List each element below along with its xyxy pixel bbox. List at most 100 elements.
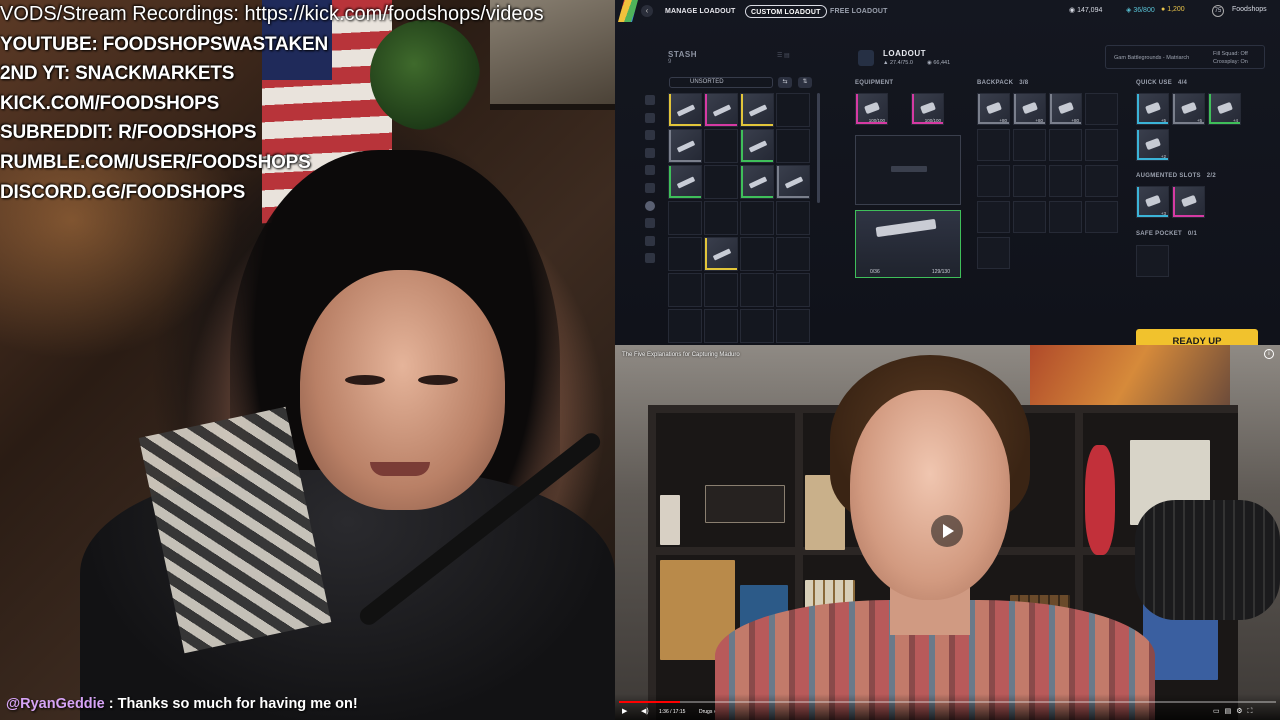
backpack-empty-slot[interactable] (977, 129, 1010, 161)
stash-empty-cell[interactable] (776, 237, 810, 271)
stash-empty-cell[interactable] (668, 273, 702, 307)
category-meds-icon[interactable] (645, 165, 655, 176)
fullscreen-icon[interactable]: ⛶ (1248, 708, 1258, 715)
stash-empty-cell[interactable] (704, 165, 738, 199)
streamer-mouth (370, 462, 430, 476)
backpack-empty-slot[interactable] (1049, 201, 1082, 233)
augmented-slot-1[interactable]: +3 (1136, 186, 1169, 218)
social-line-2nd-youtube: 2ND YT: SNACKMARKETS (0, 63, 235, 85)
stash-empty-cell[interactable] (740, 237, 774, 271)
category-ammo-icon[interactable] (645, 147, 655, 158)
stash-item[interactable] (740, 93, 774, 127)
backpack-item[interactable]: +80 (1049, 93, 1082, 125)
stash-empty-cell[interactable] (668, 237, 702, 271)
category-mods-icon[interactable] (645, 218, 655, 229)
category-selected-icon[interactable] (645, 200, 655, 211)
stash-empty-cell[interactable] (776, 273, 810, 307)
category-armor-icon[interactable] (645, 130, 655, 141)
equipment-slot-armor[interactable]: 100/100 (855, 93, 888, 125)
match-settings-box[interactable]: Gam Battlegrounds - Matriarch Fill Squad… (1105, 45, 1265, 69)
stash-empty-cell[interactable] (776, 129, 810, 163)
backpack-empty-slot[interactable] (977, 201, 1010, 233)
stash-item[interactable] (776, 165, 810, 199)
weapon-slot-primary[interactable] (855, 135, 961, 205)
backpack-empty-slot[interactable] (1085, 129, 1118, 161)
category-weapons-icon[interactable] (645, 112, 655, 123)
safe-pocket-label-text: SAFE POCKET (1136, 231, 1182, 237)
info-icon[interactable]: i (1264, 349, 1274, 359)
backpack-item[interactable]: +80 (1013, 93, 1046, 125)
backpack-empty-slot[interactable] (1013, 129, 1046, 161)
category-gadgets-icon[interactable] (645, 182, 655, 193)
stash-empty-cell[interactable] (776, 201, 810, 235)
tab-manage-loadout[interactable]: MANAGE LOADOUT (665, 5, 735, 18)
augmented-count: 2/2 (1206, 173, 1216, 179)
stash-empty-cell[interactable] (704, 201, 738, 235)
backpack-empty-slot[interactable] (1013, 201, 1046, 233)
quick-use-slot-3[interactable]: +4 (1208, 93, 1241, 125)
backpack-item[interactable]: +80 (977, 93, 1010, 125)
stash-empty-cell[interactable] (776, 93, 810, 127)
augmented-slot-2[interactable] (1172, 186, 1205, 218)
volume-icon[interactable]: ◀) (641, 707, 649, 715)
backpack-empty-slot[interactable] (1085, 165, 1118, 197)
backpack-empty-slot[interactable] (977, 237, 1010, 269)
safe-pocket-slot[interactable] (1136, 245, 1169, 277)
stash-item[interactable] (668, 165, 702, 199)
backpack-empty-slot[interactable] (1085, 201, 1118, 233)
sort-swap-icon[interactable]: ⇆ (778, 77, 792, 88)
tab-free-loadout[interactable]: FREE LOADOUT (830, 5, 888, 18)
stash-empty-cell[interactable] (776, 309, 810, 343)
stash-empty-cell[interactable] (740, 273, 774, 307)
tab-custom-loadout[interactable]: CUSTOM LOADOUT (745, 5, 827, 18)
category-all-icon[interactable] (645, 95, 655, 105)
stash-item[interactable] (740, 165, 774, 199)
stash-item[interactable] (740, 129, 774, 163)
player-name[interactable]: Foodshops (1232, 6, 1267, 13)
stash-empty-cell[interactable] (740, 309, 774, 343)
play-button-icon[interactable]: ▶ (622, 707, 627, 715)
play-icon[interactable] (931, 515, 963, 547)
subtitles-icon[interactable]: ▤ (1225, 708, 1237, 715)
stash-item[interactable] (668, 129, 702, 163)
social-links-overlay: VODS/Stream Recordings: https://kick.com… (0, 0, 544, 207)
stash-empty-cell[interactable] (740, 201, 774, 235)
sort-order-icon[interactable]: ⇅ (798, 77, 812, 88)
back-arrow-icon[interactable]: ‹ (641, 5, 653, 17)
backpack-empty-slot[interactable] (1049, 165, 1082, 197)
augmented-label: AUGMENTED SLOTS 2/2 (1136, 173, 1216, 179)
quick-use-slot-1[interactable]: +5 (1136, 93, 1169, 125)
sort-dropdown[interactable]: UNSORTED (669, 77, 773, 88)
stash-item[interactable] (704, 93, 738, 127)
quick-use-slot-4[interactable]: +2 (1136, 129, 1169, 161)
stash-empty-cell[interactable] (704, 309, 738, 343)
stash-empty-cell[interactable] (668, 309, 702, 343)
youtube-video-player[interactable]: The Five Explanations for Capturing Madu… (615, 345, 1280, 720)
toggle-icon[interactable]: ▭ (1213, 708, 1225, 715)
quick-use-slot-2[interactable]: +5 (1172, 93, 1205, 125)
backpack-empty-slot[interactable] (1085, 93, 1118, 125)
coins-counter: ● 1,200 (1161, 6, 1185, 13)
video-chapter[interactable]: Drugs › (699, 709, 715, 715)
stash-empty-cell[interactable] (668, 201, 702, 235)
backpack-empty-slot[interactable] (977, 165, 1010, 197)
ready-up-button[interactable]: READY UP (1136, 329, 1258, 345)
stash-scrollbar[interactable] (817, 93, 820, 203)
stash-filter-icon[interactable]: ☰ ▤ (777, 52, 790, 59)
stash-empty-cell[interactable] (704, 273, 738, 307)
crossplay-setting: Crossplay: On (1213, 59, 1248, 65)
stash-empty-cell[interactable] (704, 129, 738, 163)
loadout-value-amount: 66,441 (933, 60, 951, 66)
category-keys-icon[interactable] (645, 235, 655, 246)
video-title[interactable]: The Five Explanations for Capturing Madu… (622, 352, 740, 358)
backpack-empty-slot[interactable] (1013, 165, 1046, 197)
category-misc-icon[interactable] (645, 253, 655, 264)
settings-icon[interactable]: ⚙ (1236, 708, 1247, 715)
equipment-slot-shield[interactable]: 100/100 (911, 93, 944, 125)
video-progress-bar[interactable] (619, 701, 1276, 703)
server-name: Gam Battlegrounds - Matriarch (1114, 55, 1190, 61)
stash-item[interactable] (668, 93, 702, 127)
stash-item[interactable] (704, 237, 738, 271)
backpack-empty-slot[interactable] (1049, 129, 1082, 161)
weapon-slot-secondary[interactable]: 0/36 129/130 (855, 210, 961, 278)
